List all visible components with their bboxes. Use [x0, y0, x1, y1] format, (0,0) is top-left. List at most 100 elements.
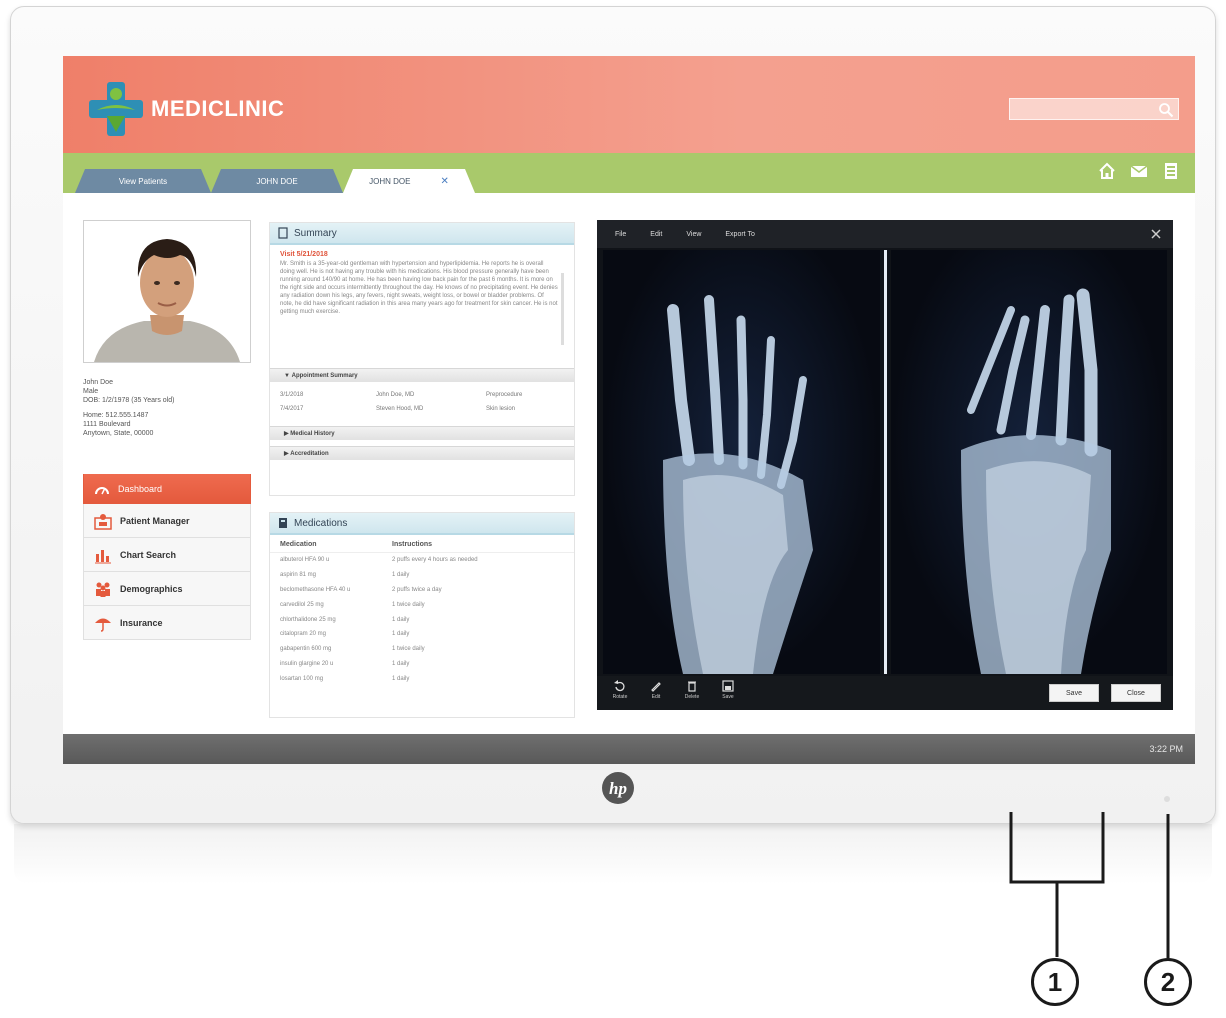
search-icon[interactable] — [1158, 102, 1174, 118]
tab-label: View Patients — [118, 176, 168, 186]
chart-search-icon — [95, 549, 111, 563]
save-button[interactable]: Save — [1049, 684, 1099, 702]
med-instructions: 1 daily — [392, 616, 410, 623]
appt-type: Preprocedure — [486, 392, 523, 398]
dashboard-icon — [95, 486, 109, 494]
table-row: beclomethasone HFA 40 u 2 puffs twice a d… — [270, 583, 574, 598]
delete-tool[interactable]: Delete — [679, 680, 705, 700]
callout-1: 1 — [1031, 958, 1079, 1006]
medical-history-toggle[interactable]: ▶ Medical History — [270, 426, 574, 440]
medications-panel-title: Medications — [270, 513, 574, 535]
svg-text:hp: hp — [609, 779, 627, 798]
sidebar-nav: Dashboard Patient Manager Chart Search D… — [83, 474, 251, 640]
trash-icon — [688, 681, 696, 692]
section-label: Accreditation — [290, 450, 329, 457]
sidebar-item-label: Demographics — [120, 583, 183, 594]
medications-panel: Medications Medication Instructions albu… — [269, 512, 575, 718]
section-label: Medical History — [290, 430, 335, 437]
hp-logo-icon: hp — [602, 772, 634, 804]
patient-address-line2: Anytown, State, 00000 — [83, 430, 154, 437]
demographics-icon — [96, 582, 110, 597]
sidebar-item-dashboard[interactable]: Dashboard — [83, 474, 251, 504]
patient-phone: Home: 512.555.1487 — [83, 412, 149, 419]
patient-manager-icon — [94, 513, 112, 530]
save-tool[interactable]: Save — [715, 680, 741, 700]
menu-export-to[interactable]: Export To — [725, 231, 754, 238]
close-button[interactable]: Close — [1111, 684, 1161, 702]
avatar — [84, 221, 250, 362]
tab-john-doe[interactable]: JOHN DOE — [211, 169, 343, 193]
xray-image-left — [603, 250, 880, 674]
close-tab-icon[interactable]: ✕ — [440, 176, 448, 187]
sidebar-item-chart-search[interactable]: Chart Search — [83, 538, 251, 572]
summary-panel-title: Summary — [270, 223, 574, 245]
summary-scrollbar[interactable] — [561, 273, 564, 345]
appt-type: Skin lesion — [486, 406, 516, 412]
insurance-icon — [95, 618, 111, 632]
medications-list: albuterol HFA 90 u 2 puffs every 4 hours … — [270, 553, 574, 686]
tab-label: JOHN DOE — [256, 176, 298, 186]
col-medication: Medication — [280, 541, 317, 548]
screen: MEDICLINIC View Patients JOHN DOE JOHN D… — [63, 56, 1195, 764]
sidebar-item-demographics[interactable]: Demographics — [83, 572, 251, 606]
appointment-summary-toggle[interactable]: ▼ Appointment Summary — [270, 368, 574, 382]
pencil-icon — [651, 682, 661, 692]
clipboard-icon — [278, 227, 288, 239]
section-label: Appointment Summary — [291, 372, 358, 379]
sidebar-item-label: Chart Search — [120, 549, 177, 560]
accreditation-toggle[interactable]: ▶ Accreditation — [270, 446, 574, 460]
clock: 3:22 PM — [1149, 744, 1183, 754]
tool-label: Delete — [684, 694, 700, 700]
xray-image-area — [603, 250, 1167, 674]
med-name: chlorthalidone 25 mg — [280, 616, 336, 623]
rotate-tool[interactable]: Rotate — [607, 680, 633, 700]
callout-line-2 — [1166, 814, 1170, 958]
tab-view-patients[interactable]: View Patients — [75, 169, 211, 193]
appointment-table: 3/1/2018 John Doe, MD Preprocedure 7/4/2… — [270, 382, 574, 422]
med-instructions: 1 daily — [392, 572, 410, 579]
search-input[interactable] — [1009, 98, 1179, 120]
app-header: MEDICLINIC — [63, 56, 1195, 153]
callout-2: 2 — [1144, 958, 1192, 1006]
table-row: 3/1/2018 John Doe, MD Preprocedure — [280, 388, 564, 402]
menu-edit[interactable]: Edit — [650, 231, 662, 238]
table-row: citalopram 20 mg 1 daily — [270, 627, 574, 642]
power-light — [1164, 796, 1170, 802]
medications-header: Medication Instructions — [270, 535, 574, 553]
callout-bracket-1 — [1009, 812, 1105, 957]
tool-label: Save — [722, 694, 734, 700]
med-name: citalopram 20 mg — [280, 631, 327, 638]
summary-panel: Summary Visit 5/21/2018 Mr. Smith is a 3… — [269, 222, 575, 496]
mail-icon[interactable] — [1129, 161, 1149, 181]
home-icon[interactable] — [1097, 161, 1117, 181]
med-instructions: 1 twice daily — [392, 601, 425, 608]
brand-name: MEDICLINIC — [151, 96, 285, 121]
header-icons — [1097, 161, 1181, 181]
sidebar-item-patient-manager[interactable]: Patient Manager — [83, 504, 251, 538]
print-icon[interactable] — [1161, 161, 1181, 181]
med-name: gabapentin 600 mg — [280, 646, 332, 653]
edit-tool[interactable]: Edit — [643, 680, 669, 700]
image-viewer: File Edit View Export To Rotate Edit Del… — [597, 220, 1173, 710]
viewer-divider[interactable] — [883, 250, 887, 674]
menu-view[interactable]: View — [686, 231, 701, 238]
tool-label: Rotate — [612, 694, 628, 700]
table-row: gabapentin 600 mg 1 twice daily — [270, 642, 574, 657]
med-instructions: 2 puffs every 4 hours as needed — [392, 557, 478, 564]
med-instructions: 1 twice daily — [392, 646, 425, 653]
med-instructions: 1 daily — [392, 631, 410, 638]
menu-file[interactable]: File — [615, 231, 626, 238]
med-name: aspirin 81 mg — [280, 572, 317, 579]
sidebar-item-label: Dashboard — [118, 483, 163, 494]
patient-photo — [83, 220, 251, 363]
viewer-toolbar: Rotate Edit Delete Save Save Close — [597, 676, 1173, 710]
appt-doctor: John Doe, MD — [376, 392, 415, 398]
table-row: albuterol HFA 90 u 2 puffs every 4 hours … — [270, 553, 574, 568]
close-icon[interactable] — [1149, 227, 1163, 241]
sidebar-item-insurance[interactable]: Insurance — [83, 606, 251, 640]
tool-label: Edit — [651, 694, 661, 700]
col-instructions: Instructions — [392, 541, 433, 548]
appt-date: 3/1/2018 — [280, 392, 304, 398]
table-row: aspirin 81 mg 1 daily — [270, 568, 574, 583]
tab-john-doe-active[interactable]: JOHN DOE ✕ — [343, 169, 475, 193]
